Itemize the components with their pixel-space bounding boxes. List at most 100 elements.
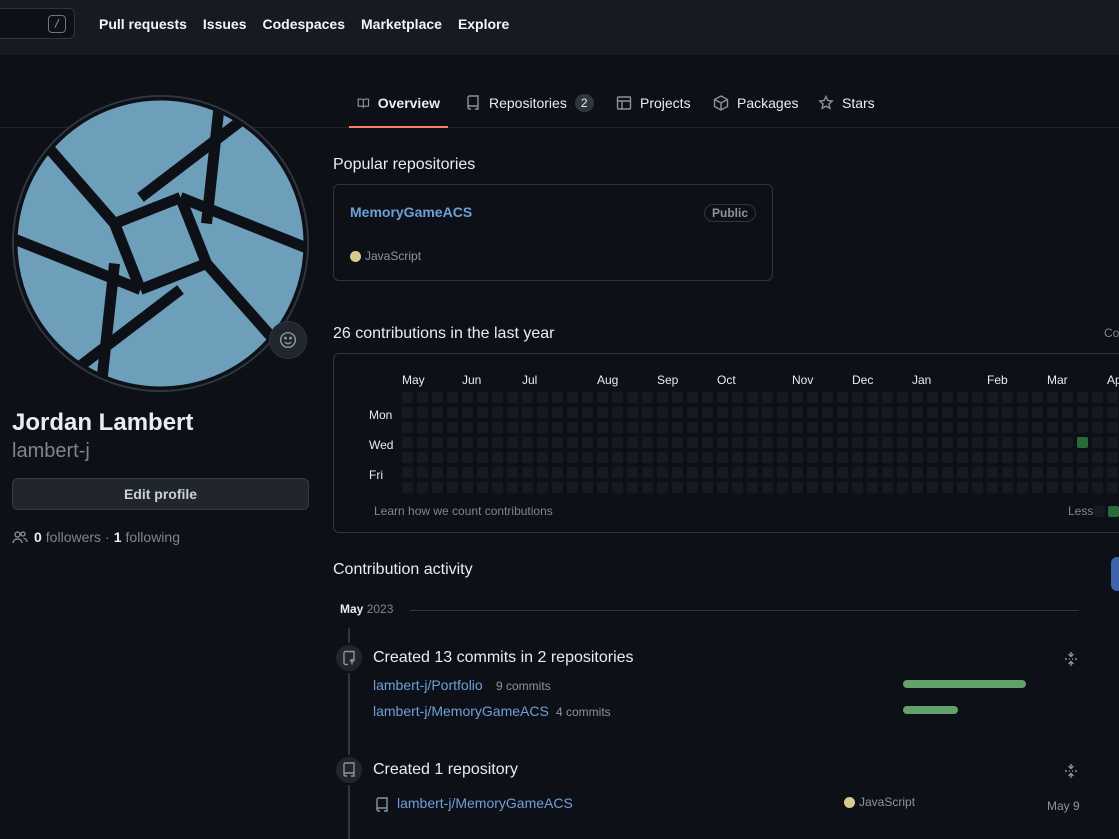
contribution-day-cell[interactable] xyxy=(597,482,608,493)
contribution-day-cell[interactable] xyxy=(1017,422,1028,433)
contribution-day-cell[interactable] xyxy=(1047,392,1058,403)
contribution-day-cell[interactable] xyxy=(912,482,923,493)
contribution-day-cell[interactable] xyxy=(912,437,923,448)
contribution-day-cell[interactable] xyxy=(672,422,683,433)
contribution-day-cell[interactable] xyxy=(1092,407,1103,418)
contribution-day-cell[interactable] xyxy=(567,407,578,418)
contribution-day-cell[interactable] xyxy=(702,422,713,433)
contribution-day-cell[interactable] xyxy=(867,467,878,478)
tab-stars[interactable]: Stars xyxy=(810,84,883,128)
contribution-day-cell[interactable] xyxy=(477,407,488,418)
contribution-day-cell[interactable] xyxy=(432,407,443,418)
contribution-day-cell[interactable] xyxy=(1077,407,1088,418)
contribution-day-cell[interactable] xyxy=(687,467,698,478)
learn-how-link[interactable]: Learn how we count contributions xyxy=(374,504,553,518)
contribution-day-cell[interactable] xyxy=(462,437,473,448)
commit-count-link[interactable]: 4 commits xyxy=(556,705,611,719)
contribution-day-cell[interactable] xyxy=(687,392,698,403)
contribution-day-cell[interactable] xyxy=(822,482,833,493)
contribution-day-cell[interactable] xyxy=(492,392,503,403)
tab-repositories[interactable]: Repositories 2 xyxy=(457,84,602,128)
contribution-day-cell[interactable] xyxy=(657,392,668,403)
contribution-day-cell[interactable] xyxy=(792,392,803,403)
contribution-day-cell[interactable] xyxy=(1002,422,1013,433)
nav-explore[interactable]: Explore xyxy=(458,16,509,32)
contribution-day-cell[interactable] xyxy=(957,467,968,478)
contribution-day-cell[interactable] xyxy=(627,392,638,403)
contribution-day-cell[interactable] xyxy=(942,422,953,433)
contribution-day-cell[interactable] xyxy=(462,452,473,463)
followers-count[interactable]: 0 xyxy=(34,529,42,545)
contribution-day-cell[interactable] xyxy=(612,407,623,418)
contribution-day-cell[interactable] xyxy=(492,482,503,493)
contribution-day-cell[interactable] xyxy=(762,392,773,403)
contribution-day-cell[interactable] xyxy=(852,392,863,403)
contribution-day-cell[interactable] xyxy=(462,422,473,433)
contribution-day-cell[interactable] xyxy=(582,392,593,403)
contribution-day-cell[interactable] xyxy=(867,422,878,433)
contribution-day-cell[interactable] xyxy=(897,452,908,463)
contribution-day-cell[interactable] xyxy=(792,482,803,493)
contribution-day-cell[interactable] xyxy=(792,422,803,433)
contribution-day-cell[interactable] xyxy=(807,452,818,463)
contribution-day-cell[interactable] xyxy=(462,407,473,418)
contribution-day-cell[interactable] xyxy=(477,392,488,403)
contribution-day-cell[interactable] xyxy=(1077,482,1088,493)
contribution-day-cell[interactable] xyxy=(762,437,773,448)
contribution-day-cell[interactable] xyxy=(942,467,953,478)
contribution-day-cell[interactable] xyxy=(627,452,638,463)
contribution-day-cell[interactable] xyxy=(597,437,608,448)
contribution-day-cell[interactable] xyxy=(732,467,743,478)
contribution-day-cell[interactable] xyxy=(822,392,833,403)
contribution-day-cell[interactable] xyxy=(537,437,548,448)
contribution-day-cell[interactable] xyxy=(792,467,803,478)
contribution-day-cell[interactable] xyxy=(657,422,668,433)
followers-label[interactable]: followers xyxy=(46,529,101,545)
contribution-day-cell[interactable] xyxy=(507,407,518,418)
year-button[interactable] xyxy=(1111,557,1119,591)
contribution-day-cell[interactable] xyxy=(402,437,413,448)
contribution-day-cell[interactable] xyxy=(867,437,878,448)
contribution-day-cell[interactable] xyxy=(777,482,788,493)
contribution-day-cell[interactable] xyxy=(642,452,653,463)
contribution-day-cell[interactable] xyxy=(507,482,518,493)
contribution-day-cell[interactable] xyxy=(672,437,683,448)
contribution-day-cell[interactable] xyxy=(462,467,473,478)
contribution-day-cell[interactable] xyxy=(717,452,728,463)
contribution-day-cell[interactable] xyxy=(882,392,893,403)
contribution-day-cell[interactable] xyxy=(627,407,638,418)
contribution-day-cell[interactable] xyxy=(807,422,818,433)
contribution-day-cell[interactable] xyxy=(567,467,578,478)
contribution-day-cell[interactable] xyxy=(777,407,788,418)
contribution-day-cell[interactable] xyxy=(852,452,863,463)
contribution-day-cell[interactable] xyxy=(537,467,548,478)
contribution-day-cell[interactable] xyxy=(552,452,563,463)
contribution-day-cell[interactable] xyxy=(987,482,998,493)
contribution-day-cell[interactable] xyxy=(837,392,848,403)
contribution-day-cell[interactable] xyxy=(732,407,743,418)
contribution-day-cell[interactable] xyxy=(402,467,413,478)
contribution-day-cell[interactable] xyxy=(1002,437,1013,448)
contribution-day-cell[interactable] xyxy=(1047,422,1058,433)
contribution-day-cell[interactable] xyxy=(777,437,788,448)
contribution-day-cell[interactable] xyxy=(1047,437,1058,448)
contribution-day-cell[interactable] xyxy=(462,482,473,493)
contribution-day-cell[interactable] xyxy=(822,407,833,418)
contribution-day-cell[interactable] xyxy=(642,437,653,448)
contribution-day-cell[interactable] xyxy=(1017,482,1028,493)
contribution-day-cell[interactable] xyxy=(492,407,503,418)
contribution-day-cell[interactable] xyxy=(972,437,983,448)
contribution-day-cell[interactable] xyxy=(762,467,773,478)
contribution-day-cell[interactable] xyxy=(942,452,953,463)
contribution-day-cell[interactable] xyxy=(1092,437,1103,448)
contribution-day-cell[interactable] xyxy=(897,437,908,448)
contribution-day-cell[interactable] xyxy=(867,407,878,418)
contribution-day-cell[interactable] xyxy=(582,437,593,448)
contribution-day-cell[interactable] xyxy=(1092,467,1103,478)
contribution-day-cell[interactable] xyxy=(522,437,533,448)
contribution-day-cell[interactable] xyxy=(477,452,488,463)
contribution-day-cell[interactable] xyxy=(882,407,893,418)
following-count[interactable]: 1 xyxy=(114,529,122,545)
contribution-day-cell[interactable] xyxy=(507,392,518,403)
contribution-day-cell[interactable] xyxy=(687,422,698,433)
